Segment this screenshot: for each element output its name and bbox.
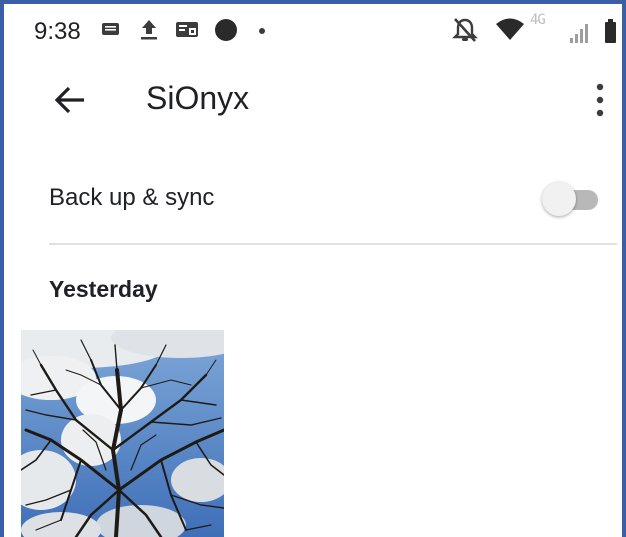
wifi-icon xyxy=(496,18,524,40)
section-header-date: Yesterday xyxy=(49,276,158,302)
circle-icon xyxy=(215,19,237,41)
divider xyxy=(49,243,617,245)
arrow-back-icon[interactable] xyxy=(50,80,90,120)
page-title: SiOnyx xyxy=(146,80,250,116)
photo-thumbnail[interactable] xyxy=(21,330,224,537)
backup-sync-toggle[interactable] xyxy=(542,182,602,216)
dot-icon xyxy=(259,28,265,34)
battery-icon xyxy=(605,19,616,43)
backup-sync-label: Back up & sync xyxy=(49,184,215,211)
network-4g-icon: 4G xyxy=(530,12,546,28)
tree-sky-photo xyxy=(21,330,224,537)
backup-sync-row[interactable]: Back up & sync xyxy=(4,164,622,234)
app-toolbar: SiOnyx xyxy=(4,56,622,144)
cast-icon xyxy=(176,22,198,37)
upload-icon xyxy=(141,20,157,40)
status-bar: 9:38 4G xyxy=(4,4,622,56)
signal-icon xyxy=(570,24,588,43)
toggle-thumb xyxy=(542,182,576,216)
message-icon xyxy=(102,23,119,35)
more-vert-icon[interactable] xyxy=(586,78,614,122)
bell-off-icon xyxy=(452,18,478,42)
status-time: 9:38 xyxy=(34,18,81,45)
